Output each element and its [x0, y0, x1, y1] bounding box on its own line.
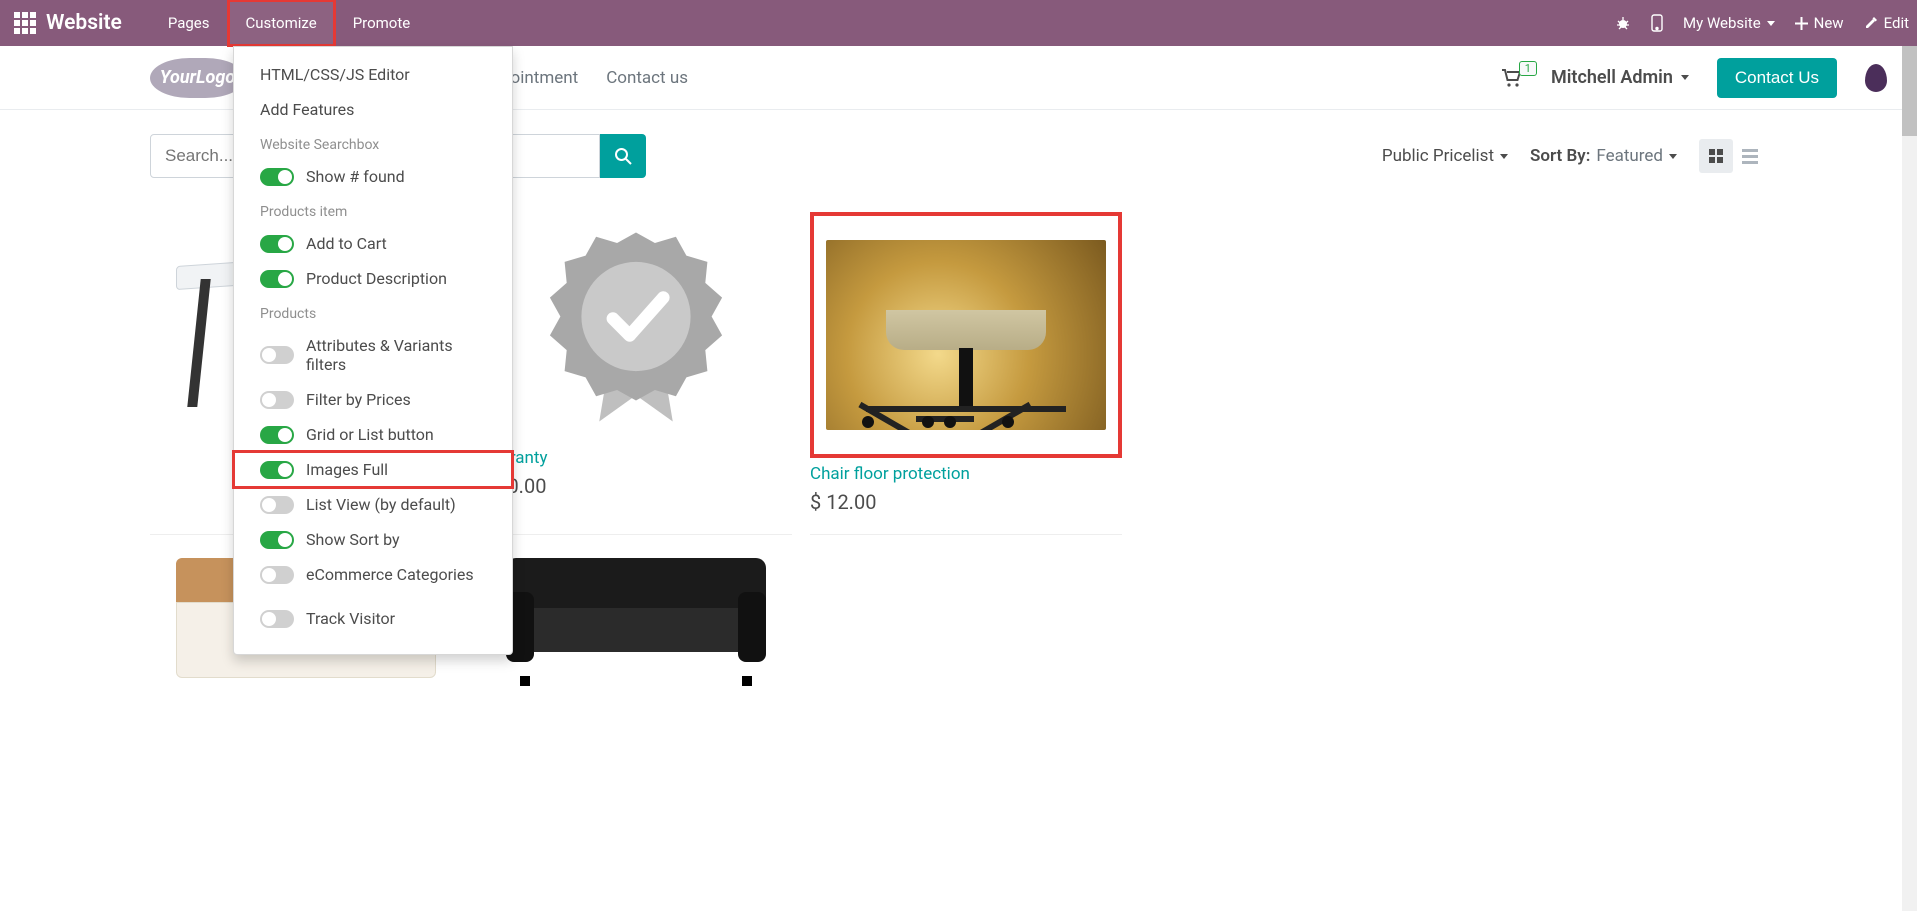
- product-card[interactable]: Chair floor protection $ 12.00: [810, 212, 1122, 535]
- scrollbar[interactable]: [1902, 46, 1917, 911]
- toggle-label: List View (by default): [306, 495, 456, 514]
- theme-drop-icon[interactable]: [1865, 64, 1887, 92]
- tab-promote[interactable]: Promote: [335, 0, 429, 46]
- toggle-label: Product Description: [306, 269, 447, 288]
- bug-icon[interactable]: [1615, 15, 1631, 31]
- toggle-label: Images Full: [306, 460, 388, 479]
- toggle-label: Add to Cart: [306, 234, 387, 253]
- my-website-dropdown[interactable]: My Website: [1683, 14, 1775, 32]
- toggle-switch[interactable]: [260, 391, 294, 409]
- toggle-label: Grid or List button: [306, 425, 434, 444]
- customize-dropdown: HTML/CSS/JS Editor Add Features Website …: [233, 46, 513, 655]
- logo-text: YourLogo: [160, 67, 235, 88]
- toggle-switch[interactable]: [260, 566, 294, 584]
- scrollbar-thumb[interactable]: [1902, 46, 1917, 136]
- toggle-attributes-filters[interactable]: Attributes & Variants filters: [234, 328, 512, 382]
- sort-dropdown[interactable]: Sort By: Featured: [1530, 146, 1677, 166]
- toggle-label: Show Sort by: [306, 530, 400, 549]
- menu-add-features[interactable]: Add Features: [234, 92, 512, 127]
- toggle-track-visitor[interactable]: Track Visitor: [234, 601, 512, 636]
- sort-value: Featured: [1596, 146, 1663, 166]
- grid-icon: [1709, 149, 1723, 163]
- product-title: Warranty: [480, 448, 792, 468]
- warranty-badge-icon: [531, 222, 741, 432]
- header-right: 1 Mitchell Admin Contact Us: [1501, 58, 1887, 98]
- toggle-label: Attributes & Variants filters: [306, 336, 486, 374]
- toggle-label: Show # found: [306, 167, 405, 186]
- product-image: [818, 220, 1114, 450]
- toggle-product-description[interactable]: Product Description: [234, 261, 512, 296]
- chevron-down-icon: [1767, 21, 1775, 26]
- toggle-switch[interactable]: [260, 496, 294, 514]
- toggle-label: Filter by Prices: [306, 390, 411, 409]
- user-dropdown[interactable]: Mitchell Admin: [1551, 67, 1689, 88]
- my-website-label: My Website: [1683, 14, 1761, 32]
- chevron-down-icon: [1669, 154, 1677, 159]
- list-icon: [1742, 149, 1758, 164]
- new-label: New: [1814, 14, 1844, 32]
- toggle-switch[interactable]: [260, 235, 294, 253]
- mobile-icon[interactable]: [1651, 14, 1663, 32]
- view-toggles: [1699, 139, 1767, 173]
- toggle-switch[interactable]: [260, 168, 294, 186]
- brand-label[interactable]: Website: [46, 11, 122, 35]
- tab-pages[interactable]: Pages: [150, 0, 228, 46]
- admin-bar: Website Pages Customize Promote My Websi…: [0, 0, 1917, 46]
- toolbar-right: Public Pricelist Sort By: Featured: [1382, 139, 1767, 173]
- toggle-add-to-cart[interactable]: Add to Cart: [234, 226, 512, 261]
- product-price: $ 20.00: [480, 474, 792, 498]
- sort-label: Sort By:: [1530, 146, 1590, 166]
- toggle-grid-list[interactable]: Grid or List button: [234, 417, 512, 452]
- product-card[interactable]: Warranty $ 20.00: [480, 212, 792, 535]
- toggle-switch[interactable]: [260, 346, 294, 364]
- toggle-switch[interactable]: [260, 270, 294, 288]
- toggle-images-full[interactable]: Images Full: [234, 452, 512, 487]
- toggle-show-sort[interactable]: Show Sort by: [234, 522, 512, 557]
- pricelist-dropdown[interactable]: Public Pricelist: [1382, 146, 1508, 166]
- product-title: Chair floor protection: [810, 464, 1122, 484]
- edit-label: Edit: [1884, 14, 1909, 32]
- toggle-switch[interactable]: [260, 531, 294, 549]
- menu-html-editor[interactable]: HTML/CSS/JS Editor: [234, 57, 512, 92]
- product-price: $ 12.00: [810, 490, 1122, 514]
- tab-customize[interactable]: Customize: [228, 0, 335, 46]
- nav-contact[interactable]: Contact us: [606, 68, 688, 88]
- toggle-label: eCommerce Categories: [306, 565, 474, 584]
- section-products: Products: [234, 296, 512, 328]
- section-products-item: Products item: [234, 194, 512, 226]
- contact-us-button[interactable]: Contact Us: [1717, 58, 1837, 98]
- pricelist-label: Public Pricelist: [1382, 146, 1494, 166]
- toggle-list-view-default[interactable]: List View (by default): [234, 487, 512, 522]
- toggle-switch[interactable]: [260, 461, 294, 479]
- cart-badge: 1: [1519, 61, 1537, 76]
- grid-view-button[interactable]: [1699, 139, 1733, 173]
- search-button[interactable]: [600, 134, 646, 178]
- chevron-down-icon: [1500, 154, 1508, 159]
- toggle-show-found[interactable]: Show # found: [234, 159, 512, 194]
- chevron-down-icon: [1681, 75, 1689, 80]
- admin-tabs: Pages Customize Promote: [150, 0, 428, 46]
- list-view-button[interactable]: [1733, 139, 1767, 173]
- admin-right: My Website New Edit: [1615, 14, 1909, 32]
- new-button[interactable]: New: [1795, 14, 1844, 32]
- cart-button[interactable]: 1: [1501, 68, 1523, 88]
- product-image: [480, 212, 792, 442]
- toggle-switch[interactable]: [260, 610, 294, 628]
- apps-icon[interactable]: [14, 12, 36, 34]
- toggle-ecommerce-categories[interactable]: eCommerce Categories: [234, 557, 512, 592]
- toggle-label: Track Visitor: [306, 609, 395, 628]
- edit-button[interactable]: Edit: [1864, 14, 1909, 32]
- section-searchbox: Website Searchbox: [234, 127, 512, 159]
- toggle-filter-prices[interactable]: Filter by Prices: [234, 382, 512, 417]
- site-logo[interactable]: YourLogo: [150, 58, 245, 98]
- product-image: [480, 553, 792, 683]
- user-name: Mitchell Admin: [1551, 67, 1673, 88]
- toggle-switch[interactable]: [260, 426, 294, 444]
- product-card[interactable]: [480, 553, 792, 703]
